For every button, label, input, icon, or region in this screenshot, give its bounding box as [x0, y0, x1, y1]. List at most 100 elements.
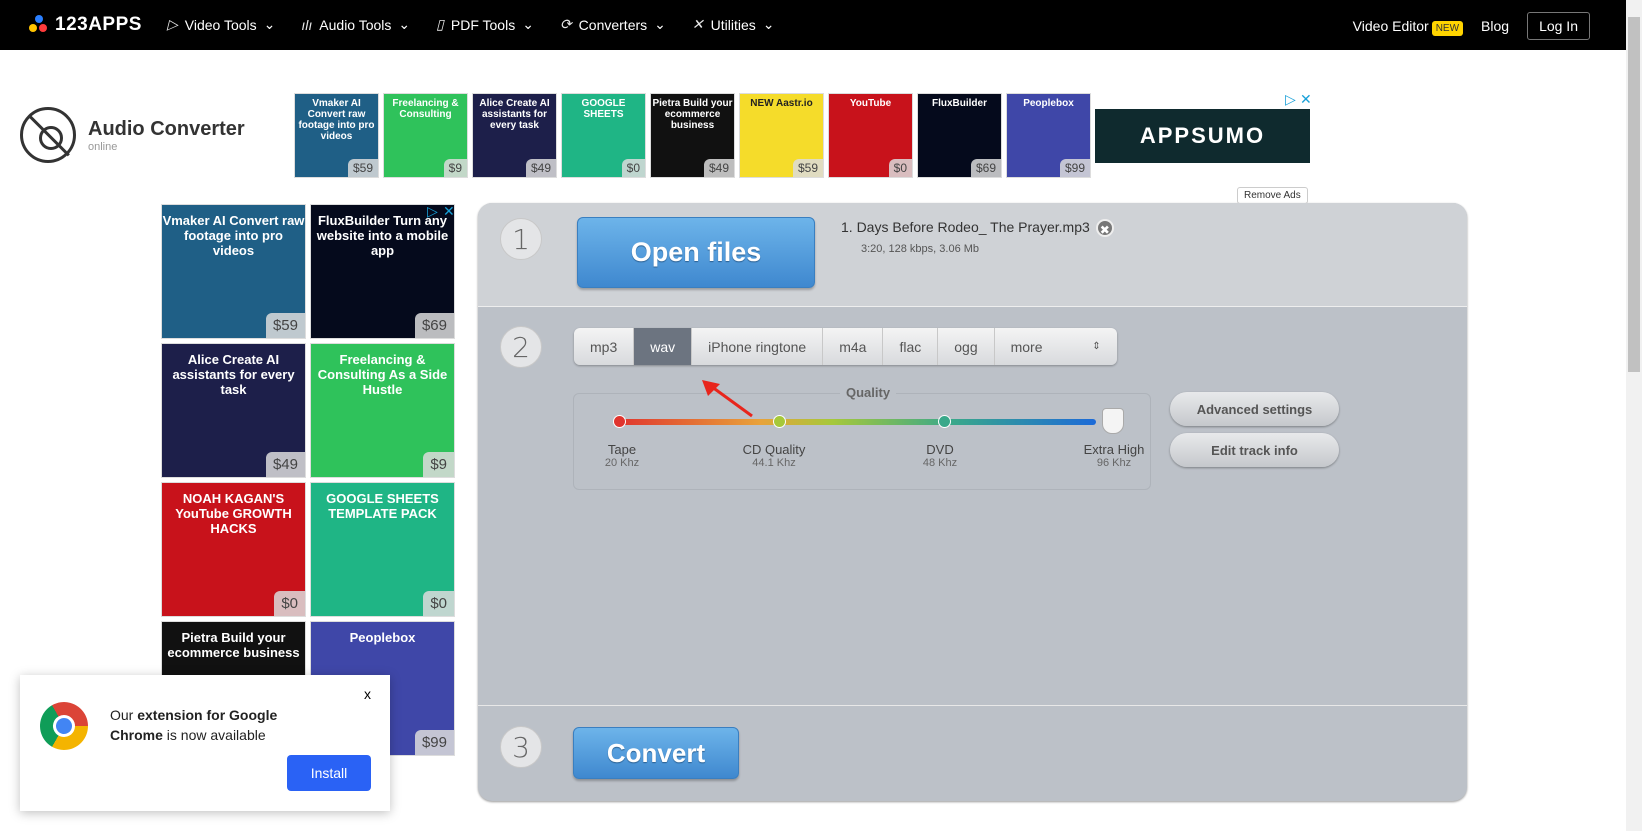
ad-tile[interactable]: FluxBuilder $69 [917, 93, 1002, 178]
updown-icon: ⇕ [1092, 341, 1101, 352]
nav-utilities[interactable]: ✕ Utilities ⌄ [692, 16, 775, 33]
level-name: CD Quality [742, 442, 806, 457]
ad-tile[interactable]: Vmaker AI Convert raw footage into pro v… [161, 204, 306, 339]
remove-file-icon[interactable]: ✖ [1095, 219, 1114, 238]
ad-tile[interactable]: NOAH KAGAN'S YouTube GROWTH HACKS $0 [161, 482, 306, 617]
ad-text: Vmaker AI Convert raw footage into pro v… [298, 98, 375, 142]
ad-text: Freelancing & Consulting As a Side Hustl… [317, 352, 448, 397]
ad-tile[interactable]: YouTube $0 [828, 93, 913, 178]
ad-price: $99 [414, 730, 454, 755]
logo-dots-icon [29, 15, 49, 35]
ad-text: NOAH KAGAN'S YouTube GROWTH HACKS [175, 491, 292, 536]
slider-stop[interactable] [938, 415, 951, 428]
popup-message: Our extension for Google Chrome is now a… [110, 705, 330, 745]
quality-slider[interactable] [613, 415, 1096, 428]
ad-text: FluxBuilder [931, 98, 987, 109]
nav-pdf-tools[interactable]: ▯ PDF Tools ⌄ [436, 16, 534, 33]
ad-price: $0 [621, 159, 645, 177]
open-files-button[interactable]: Open files [577, 217, 815, 288]
blog-link[interactable]: Blog [1481, 18, 1509, 34]
ad-price: $0 [274, 591, 305, 616]
slider-stop[interactable] [773, 415, 786, 428]
install-button[interactable]: Install [287, 755, 371, 791]
quality-level-cd: CD Quality 44.1 Khz [734, 442, 814, 469]
ad-tile[interactable]: GOOGLE SHEETS $0 [561, 93, 646, 178]
ad-price: $59 [347, 159, 378, 177]
tools-icon: ✕ [691, 16, 704, 32]
edit-track-info-button[interactable]: Edit track info [1170, 433, 1339, 467]
close-ad-icon[interactable]: ✕ [443, 203, 455, 220]
ad-price: $0 [423, 591, 454, 616]
step-number: 1 [500, 218, 542, 260]
logo-text: 123APPS [55, 14, 142, 35]
remove-ads-button[interactable]: Remove Ads [1237, 187, 1308, 204]
advanced-settings-button[interactable]: Advanced settings [1170, 392, 1339, 426]
level-name: Tape [607, 442, 637, 457]
scrollbar-thumb[interactable] [1628, 17, 1640, 372]
format-tab-iphone-ringtone[interactable]: iPhone ringtone [692, 328, 824, 365]
ad-text: Pietra Build your ecommerce business [652, 98, 733, 131]
format-more-dropdown[interactable]: more ⇕ [995, 328, 1117, 365]
ad-tile[interactable]: FluxBuilder Turn any website into a mobi… [310, 204, 455, 339]
format-tab-ogg[interactable]: ogg [938, 328, 995, 365]
ad-price: $49 [703, 159, 734, 177]
app-brand: Audio Converter online [20, 107, 245, 163]
ad-price: $69 [970, 159, 1001, 177]
format-tabs: mp3 wav iPhone ringtone m4a flac ogg mor… [574, 328, 1117, 365]
ad-price: $0 [888, 159, 912, 177]
document-icon: ▯ [436, 16, 444, 32]
ad-text: Pietra Build your ecommerce business [167, 630, 300, 660]
convert-button[interactable]: Convert [573, 727, 739, 779]
ad-tile[interactable]: Peoplebox $99 [1006, 93, 1091, 178]
nav-label: Audio Tools [319, 16, 392, 33]
slider-stop[interactable] [613, 415, 626, 428]
close-icon[interactable]: x [364, 686, 371, 702]
nav-audio-tools[interactable]: ılı Audio Tools ⌄ [301, 16, 410, 33]
close-ad-icon[interactable]: ✕ [1300, 91, 1312, 108]
scrollbar[interactable] [1626, 0, 1642, 831]
nav-video-tools[interactable]: ▷ Video Tools ⌄ [167, 16, 275, 33]
ad-tile[interactable]: Pietra Build your ecommerce business $49 [650, 93, 735, 178]
quality-level-dvd: DVD 48 Khz [900, 442, 980, 469]
nav-label: PDF Tools [450, 16, 516, 33]
chrome-icon [31, 693, 97, 759]
level-name: DVD [926, 442, 954, 457]
slider-handle[interactable] [1102, 408, 1124, 434]
step-number: 2 [500, 326, 542, 368]
chrome-extension-popup: Our extension for Google Chrome is now a… [20, 675, 390, 811]
app-subtitle: online [88, 140, 118, 153]
level-rate: 96 Khz [1096, 457, 1132, 469]
ad-price: $9 [423, 452, 454, 477]
step-1-section: 1 Open files 1. Days Before Rodeo_ The P… [478, 203, 1467, 307]
ad-text: Alice Create AI assistants for every tas… [172, 352, 295, 397]
nav-label: Utilities [710, 16, 756, 33]
ad-tile[interactable]: Freelancing & Consulting $9 [383, 93, 468, 178]
ad-tile[interactable]: Freelancing & Consulting As a Side Hustl… [310, 343, 455, 478]
logo[interactable]: 123APPS [29, 14, 142, 36]
video-editor-link[interactable]: Video Editor NEW [1353, 18, 1464, 36]
format-tab-mp3[interactable]: mp3 [574, 328, 635, 365]
format-tab-wav[interactable]: wav [634, 328, 693, 365]
ad-price: $59 [792, 159, 823, 177]
ad-tile[interactable]: NEW Aastr.io $59 [739, 93, 824, 178]
adchoices-icon[interactable]: ▷ [1285, 91, 1296, 108]
format-tab-m4a[interactable]: m4a [823, 328, 884, 365]
popup-text: Our [110, 707, 138, 723]
level-rate: 48 Khz [922, 457, 958, 469]
ad-tile[interactable]: Vmaker AI Convert raw footage into pro v… [294, 93, 379, 178]
level-rate: 20 Khz [604, 457, 640, 469]
ad-price: $49 [525, 159, 556, 177]
ad-tile[interactable]: GOOGLE SHEETS TEMPLATE PACK $0 [310, 482, 455, 617]
level-rate: 44.1 Khz [752, 457, 796, 469]
ad-text: Peoplebox [1023, 98, 1074, 109]
ad-text: GOOGLE SHEETS TEMPLATE PACK [326, 491, 439, 521]
ad-tile[interactable]: Alice Create AI assistants for every tas… [472, 93, 557, 178]
format-tab-flac[interactable]: flac [883, 328, 939, 365]
ad-text: Vmaker AI Convert raw footage into pro v… [162, 213, 305, 258]
ad-tile[interactable]: Alice Create AI assistants for every tas… [161, 343, 306, 478]
new-badge: NEW [1431, 21, 1464, 36]
login-button[interactable]: Log In [1527, 12, 1590, 40]
appsumo-ad[interactable]: APPSUMO [1095, 109, 1310, 163]
adchoices-icon[interactable]: ▷ [427, 203, 438, 220]
nav-converters[interactable]: ⟳ Converters ⌄ [560, 16, 666, 33]
